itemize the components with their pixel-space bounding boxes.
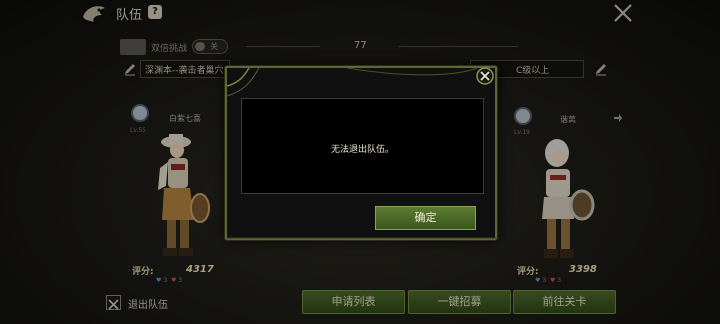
dialog-close-icon[interactable] (476, 67, 494, 85)
message-box: 无法退出队伍。 (241, 98, 484, 194)
dialog-message: 无法退出队伍。 (330, 145, 394, 155)
confirm-button[interactable]: 确定 (375, 206, 476, 230)
alert-dialog: 无法退出队伍。 确定 (225, 66, 499, 240)
